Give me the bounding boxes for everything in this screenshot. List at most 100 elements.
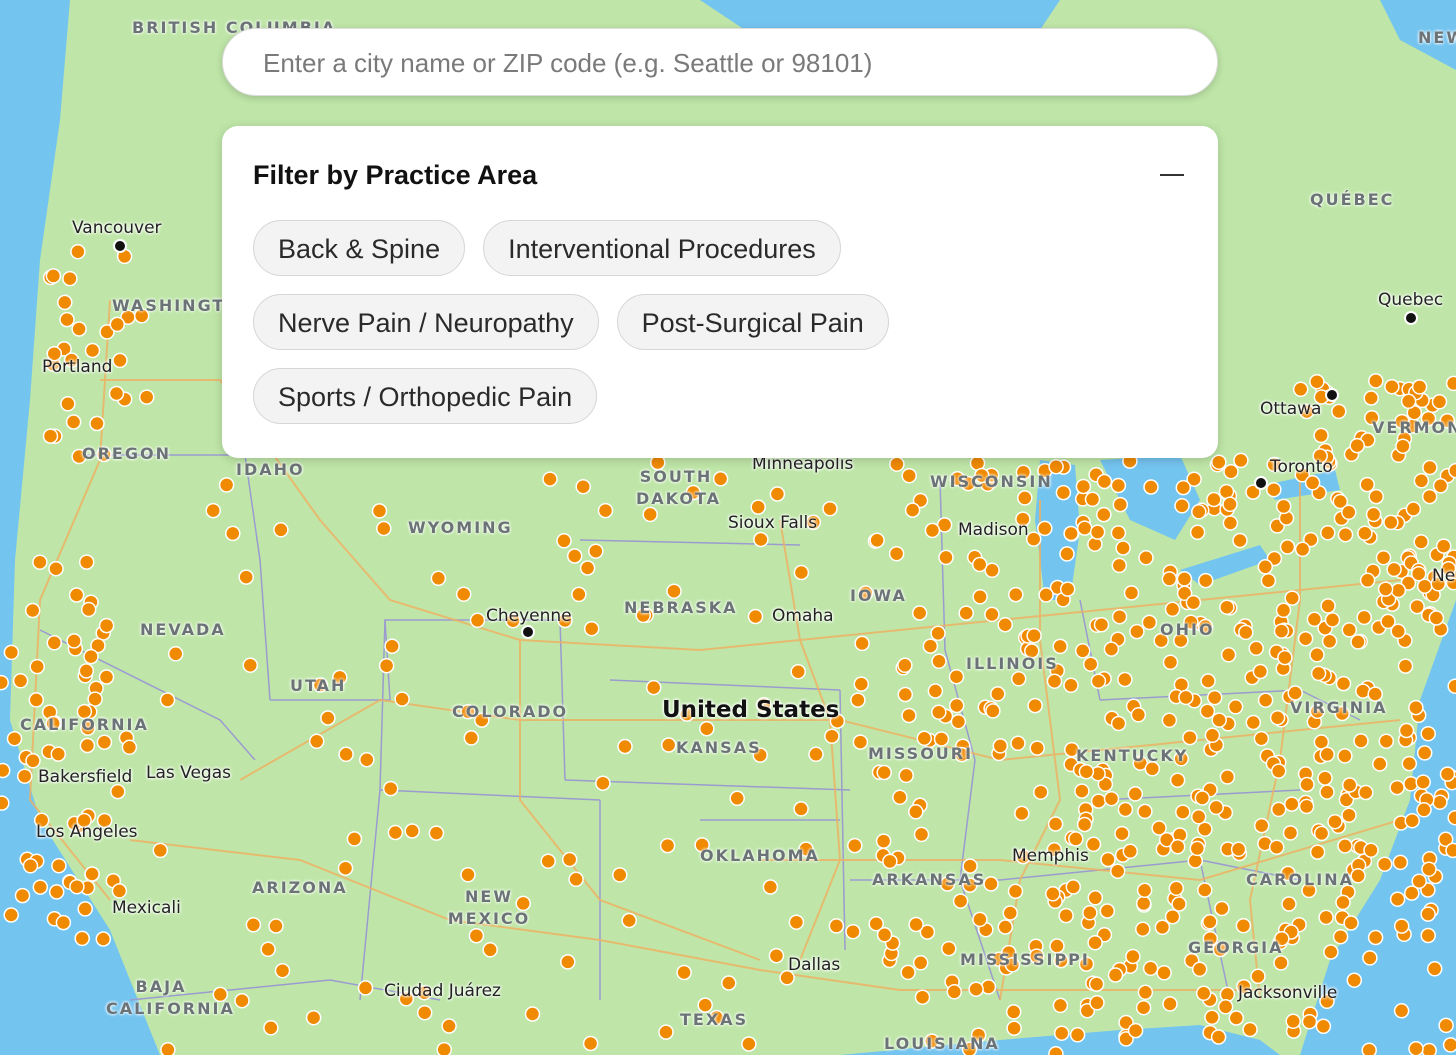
provider-marker[interactable] <box>460 867 476 883</box>
provider-marker[interactable] <box>1109 863 1126 879</box>
provider-marker[interactable] <box>985 703 1001 719</box>
provider-marker[interactable] <box>1006 1020 1022 1036</box>
provider-marker[interactable] <box>308 733 325 750</box>
provider-marker[interactable] <box>1309 844 1326 860</box>
provider-marker[interactable] <box>1142 960 1159 977</box>
provider-marker[interactable] <box>57 294 73 311</box>
provider-marker[interactable] <box>1294 541 1311 558</box>
provider-marker[interactable] <box>824 728 840 744</box>
provider-marker[interactable] <box>1242 1021 1258 1038</box>
provider-marker[interactable] <box>1313 427 1329 444</box>
provider-marker[interactable] <box>77 901 93 917</box>
provider-marker[interactable] <box>1162 996 1178 1012</box>
provider-marker[interactable] <box>404 823 420 839</box>
provider-marker[interactable] <box>1135 895 1152 912</box>
provider-marker[interactable] <box>1117 801 1134 818</box>
provider-marker[interactable] <box>968 981 984 997</box>
provider-marker[interactable] <box>1084 491 1101 508</box>
provider-marker[interactable] <box>927 683 944 699</box>
provider-marker[interactable] <box>95 931 112 947</box>
provider-marker[interactable] <box>1074 643 1091 659</box>
provider-marker[interactable] <box>1321 633 1338 650</box>
provider-marker[interactable] <box>1046 673 1063 689</box>
provider-marker[interactable] <box>1087 890 1104 906</box>
provider-marker[interactable] <box>888 545 905 562</box>
provider-marker[interactable] <box>1304 475 1321 491</box>
provider-marker[interactable] <box>205 502 221 519</box>
provider-marker[interactable] <box>1107 967 1124 983</box>
provider-marker[interactable] <box>1210 1029 1227 1045</box>
provider-marker[interactable] <box>59 311 75 328</box>
provider-marker[interactable] <box>12 673 29 689</box>
provider-marker[interactable] <box>822 500 838 517</box>
provider-marker[interactable] <box>1268 839 1285 855</box>
provider-marker[interactable] <box>1076 520 1093 536</box>
provider-marker[interactable] <box>24 602 41 619</box>
provider-marker[interactable] <box>741 1036 757 1052</box>
provider-marker[interactable] <box>645 679 662 696</box>
provider-marker[interactable] <box>568 871 584 888</box>
provider-marker[interactable] <box>263 1020 279 1036</box>
provider-marker[interactable] <box>1187 853 1204 869</box>
provider-marker[interactable] <box>747 608 764 625</box>
provider-marker[interactable] <box>1384 378 1400 395</box>
provider-marker[interactable] <box>1136 882 1153 899</box>
provider-marker[interactable] <box>1047 816 1064 832</box>
provider-marker[interactable] <box>1029 740 1045 756</box>
provider-marker[interactable] <box>1257 692 1274 708</box>
provider-marker[interactable] <box>84 866 100 882</box>
provider-marker[interactable] <box>1362 950 1378 966</box>
provider-marker[interactable] <box>1383 514 1399 531</box>
provider-marker[interactable] <box>676 964 692 981</box>
provider-marker[interactable] <box>1285 1013 1301 1030</box>
provider-marker[interactable] <box>1367 929 1384 946</box>
provider-marker[interactable] <box>55 914 72 931</box>
provider-marker[interactable] <box>875 833 892 849</box>
provider-marker[interactable] <box>853 676 870 692</box>
provider-marker[interactable] <box>897 686 914 703</box>
provider-marker[interactable] <box>68 587 85 603</box>
provider-marker[interactable] <box>1372 756 1388 772</box>
provider-marker[interactable] <box>1014 805 1030 822</box>
provider-marker[interactable] <box>1082 656 1099 672</box>
provider-marker[interactable] <box>659 837 676 854</box>
provider-marker[interactable] <box>1279 539 1296 555</box>
provider-marker[interactable] <box>112 352 128 369</box>
provider-marker[interactable] <box>912 955 929 971</box>
provider-marker[interactable] <box>305 1009 322 1026</box>
provider-marker[interactable] <box>1053 1025 1070 1041</box>
provider-marker[interactable] <box>753 531 769 548</box>
provider-marker[interactable] <box>1111 608 1128 625</box>
provider-marker[interactable] <box>1078 763 1095 780</box>
provider-marker[interactable] <box>1248 640 1264 657</box>
provider-marker[interactable] <box>1270 763 1287 779</box>
provider-marker[interactable] <box>1208 799 1224 816</box>
provider-marker[interactable] <box>1164 908 1181 925</box>
provider-marker[interactable] <box>1219 599 1235 615</box>
provider-marker[interactable] <box>1386 561 1402 578</box>
provider-marker[interactable] <box>42 428 59 444</box>
provider-marker[interactable] <box>1368 373 1384 389</box>
provider-marker[interactable] <box>658 1024 674 1040</box>
provider-marker[interactable] <box>1178 689 1194 706</box>
provider-marker[interactable] <box>98 669 115 685</box>
provider-marker[interactable] <box>1191 504 1207 520</box>
provider-marker[interactable] <box>225 525 241 542</box>
provider-marker[interactable] <box>1420 725 1436 742</box>
provider-marker[interactable] <box>1400 393 1417 410</box>
provider-marker[interactable] <box>1127 786 1144 802</box>
provider-marker[interactable] <box>922 638 939 654</box>
provider-marker[interactable] <box>984 606 1000 623</box>
provider-marker[interactable] <box>1189 840 1206 857</box>
provider-marker[interactable] <box>1123 585 1140 601</box>
provider-marker[interactable] <box>1393 918 1410 934</box>
provider-marker[interactable] <box>524 1006 541 1022</box>
provider-marker[interactable] <box>1270 801 1287 818</box>
provider-marker[interactable] <box>1164 601 1181 618</box>
provider-marker[interactable] <box>948 668 965 685</box>
provider-marker[interactable] <box>1363 390 1379 406</box>
provider-marker[interactable] <box>1353 733 1369 749</box>
provider-marker[interactable] <box>1235 917 1252 934</box>
provider-marker[interactable] <box>1138 550 1154 566</box>
provider-marker[interactable] <box>1190 809 1207 825</box>
